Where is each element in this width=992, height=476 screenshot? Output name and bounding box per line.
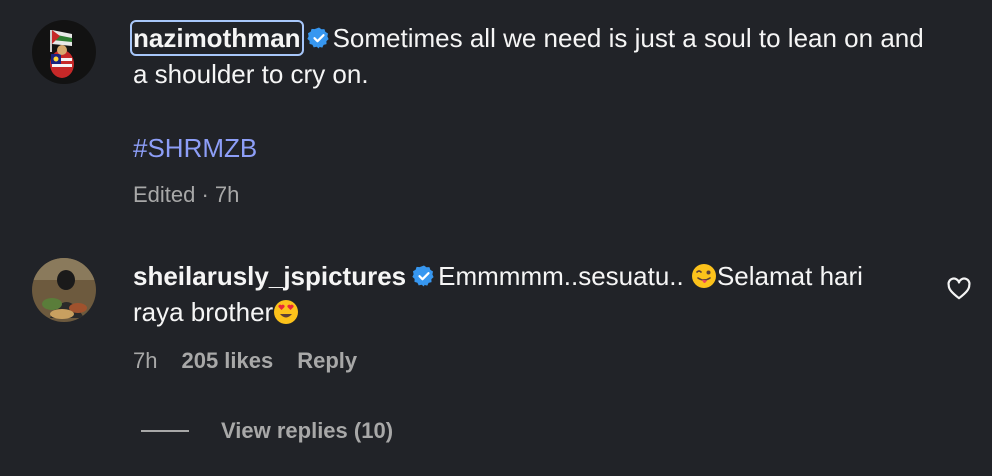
caption-author-avatar[interactable]: [32, 20, 96, 84]
view-replies-label: View replies (10): [221, 418, 394, 443]
comment-meta: 7h 205 likes Reply: [133, 346, 357, 376]
hashtag-link[interactable]: #SHRMZB: [133, 130, 257, 166]
replies-divider-line: [141, 430, 189, 432]
caption-username-link[interactable]: nazimothman: [130, 20, 304, 56]
reply-button[interactable]: Reply: [297, 346, 357, 376]
comment-username-link[interactable]: sheilarusly_jspictures: [133, 261, 406, 291]
view-replies-button[interactable]: View replies (10): [141, 416, 393, 446]
verified-badge-icon: [412, 265, 434, 287]
comment-likes-link[interactable]: 205 likes: [181, 346, 273, 376]
caption-meta: Edited · 7h: [133, 182, 240, 207]
comment-time: 7h: [133, 348, 158, 373]
like-heart-icon[interactable]: [946, 276, 972, 302]
comment: sheilarusly_jspictures Emmmmm..sesuatu..…: [133, 258, 913, 330]
verified-badge-icon: [306, 27, 329, 49]
caption: nazimothman Sometimes all we need is jus…: [130, 20, 933, 92]
winking-tongue-emoji-icon: [691, 264, 716, 288]
comment-text-part1: Emmmmm..sesuatu..: [438, 261, 691, 291]
comment-author-avatar[interactable]: [32, 258, 96, 322]
heart-eyes-emoji-icon: [274, 300, 299, 324]
